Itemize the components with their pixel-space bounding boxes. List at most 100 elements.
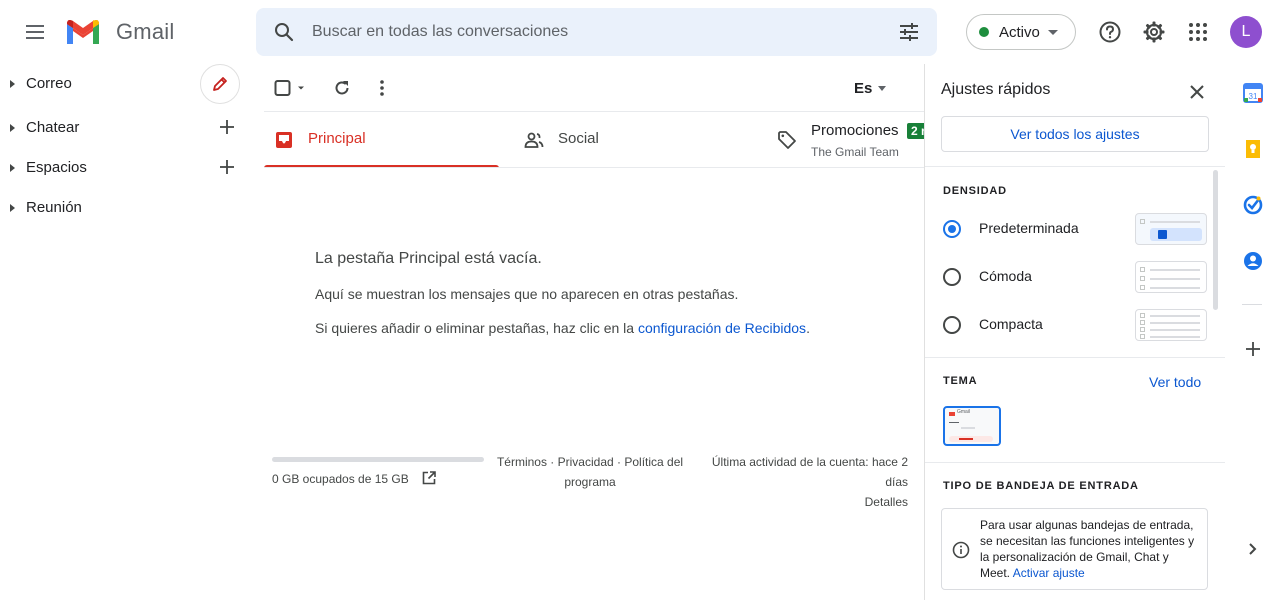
mini-gmail-logo-icon [949, 412, 955, 416]
storage-usage-text: 0 GB ocupados de 15 GB [272, 472, 409, 486]
mini-wordmark: Gmail [957, 409, 971, 415]
activity-details-link[interactable]: Detalles [696, 492, 908, 512]
apps-grid-icon[interactable] [1186, 20, 1210, 44]
divider [925, 166, 1225, 167]
sidebar-item-meet[interactable]: Reunión [0, 196, 250, 220]
preview-line [1150, 336, 1200, 338]
storage-usage-bar [272, 457, 484, 462]
preview-line [1150, 315, 1200, 317]
settings-gear-icon[interactable] [1142, 20, 1166, 44]
gmail-wordmark: Gmail [116, 19, 175, 44]
preview-line [1150, 269, 1200, 271]
account-activity: Última actividad de la cuenta: hace 2 dí… [696, 452, 908, 512]
tasks-icon[interactable] [1242, 194, 1264, 216]
sidebar-item-chat[interactable]: Chatear [0, 116, 250, 140]
mini-plus [949, 422, 959, 423]
search-icon[interactable] [272, 20, 296, 44]
preview-line [1150, 287, 1200, 289]
density-preview [1135, 309, 1207, 341]
chevron-down-icon [1047, 29, 1058, 35]
tab-promotions[interactable]: Promociones 2 n The Gmail Team [767, 112, 924, 168]
status-selector[interactable]: Activo [966, 14, 1076, 50]
keep-icon[interactable] [1242, 138, 1264, 160]
terms-link[interactable]: Términos [497, 455, 547, 469]
inbox-type-heading: TIPO DE BANDEJA DE ENTRADA [943, 480, 1139, 492]
radio-label: Cómoda [979, 268, 1032, 284]
contacts-icon[interactable] [1242, 250, 1264, 272]
gmail-logo-icon[interactable] [64, 16, 102, 46]
view-all-themes-link[interactable]: Ver todo [1149, 374, 1201, 390]
help-icon[interactable] [1098, 20, 1122, 44]
preview-checkbox [1140, 276, 1145, 281]
divider [925, 357, 1225, 358]
preview-line [1150, 329, 1200, 331]
chevron-right-icon[interactable] [1242, 538, 1264, 560]
empty-state-hint: Si quieres añadir o eliminar pestañas, h… [315, 320, 810, 336]
status-dot [979, 27, 989, 37]
inbox-settings-link[interactable]: configuración de Recibidos [638, 320, 806, 336]
empty-state-description: Aquí se muestran los mensajes que no apa… [315, 286, 739, 302]
radio-button[interactable] [943, 268, 961, 286]
more-options-icon[interactable] [372, 78, 392, 98]
plus-icon[interactable] [1242, 338, 1264, 360]
density-preview [1135, 213, 1207, 245]
privacy-link[interactable]: Privacidad [558, 455, 614, 469]
calendar-day-label: 31 [1249, 92, 1258, 101]
density-option-default[interactable]: Predeterminada [943, 211, 1209, 247]
preview-checkbox [1140, 313, 1145, 318]
empty-state-title: La pestaña Principal está vacía. [315, 250, 542, 267]
status-label: Activo [999, 23, 1040, 41]
enable-setting-link[interactable]: Activar ajuste [1013, 566, 1085, 580]
select-all-checkbox[interactable] [274, 78, 308, 98]
hint-text: . [806, 320, 810, 336]
link-separator: · [546, 455, 558, 469]
close-icon[interactable] [1187, 82, 1207, 102]
search-options-icon[interactable] [897, 20, 921, 44]
input-tools-selector[interactable]: Es [854, 80, 887, 97]
density-preview [1135, 261, 1207, 293]
expand-arrow-icon [10, 164, 15, 172]
radio-button[interactable] [943, 316, 961, 334]
new-chat-plus-icon[interactable] [218, 118, 236, 136]
inbox-main: Es Principal Social Promociones 2 n The … [256, 64, 924, 600]
tag-icon [778, 131, 796, 149]
tab-social[interactable]: Social [514, 112, 749, 168]
preview-checkbox [1140, 267, 1145, 272]
calendar-icon[interactable]: 31 [1242, 82, 1264, 104]
tab-label: Principal [308, 130, 366, 147]
scrollbar-thumb[interactable] [1213, 170, 1218, 310]
preview-line [1150, 322, 1200, 324]
quick-settings-title: Ajustes rápidos [941, 81, 1051, 98]
divider [1242, 304, 1262, 305]
tab-primary[interactable]: Principal [264, 112, 499, 168]
info-icon [952, 541, 970, 559]
account-avatar[interactable]: L [1230, 16, 1262, 48]
main-menu-button[interactable] [24, 22, 46, 42]
sidebar-item-label: Correo [26, 75, 72, 92]
sidebar-item-label: Reunión [26, 199, 82, 216]
compose-button[interactable] [200, 64, 240, 104]
people-icon [524, 132, 544, 148]
preview-line [1150, 221, 1200, 223]
divider [264, 167, 924, 168]
density-option-compact[interactable]: Compacta [943, 307, 1209, 343]
sidebar-item-label: Chatear [26, 119, 80, 136]
preview-checkbox [1140, 327, 1145, 332]
quick-settings-panel: Ajustes rápidos Ver todos los ajustes DE… [924, 64, 1225, 600]
inbox-type-info: Para usar algunas bandejas de entrada, s… [941, 508, 1208, 590]
sidebar-item-spaces[interactable]: Espacios [0, 156, 250, 180]
open-in-new-icon[interactable] [421, 470, 437, 486]
theme-default-thumbnail[interactable]: Gmail [943, 406, 1001, 446]
radio-button[interactable] [943, 220, 961, 238]
new-space-plus-icon[interactable] [218, 158, 236, 176]
expand-arrow-icon [10, 204, 15, 212]
density-option-comfortable[interactable]: Cómoda [943, 259, 1209, 295]
search-input[interactable] [312, 20, 872, 44]
link-separator: · [613, 455, 625, 469]
sidebar-item-label: Espacios [26, 159, 87, 176]
refresh-icon[interactable] [332, 78, 352, 98]
radio-label: Compacta [979, 316, 1043, 332]
preview-checkbox [1140, 320, 1145, 325]
see-all-settings-button[interactable]: Ver todos los ajustes [941, 116, 1209, 152]
mini-line [961, 427, 975, 429]
